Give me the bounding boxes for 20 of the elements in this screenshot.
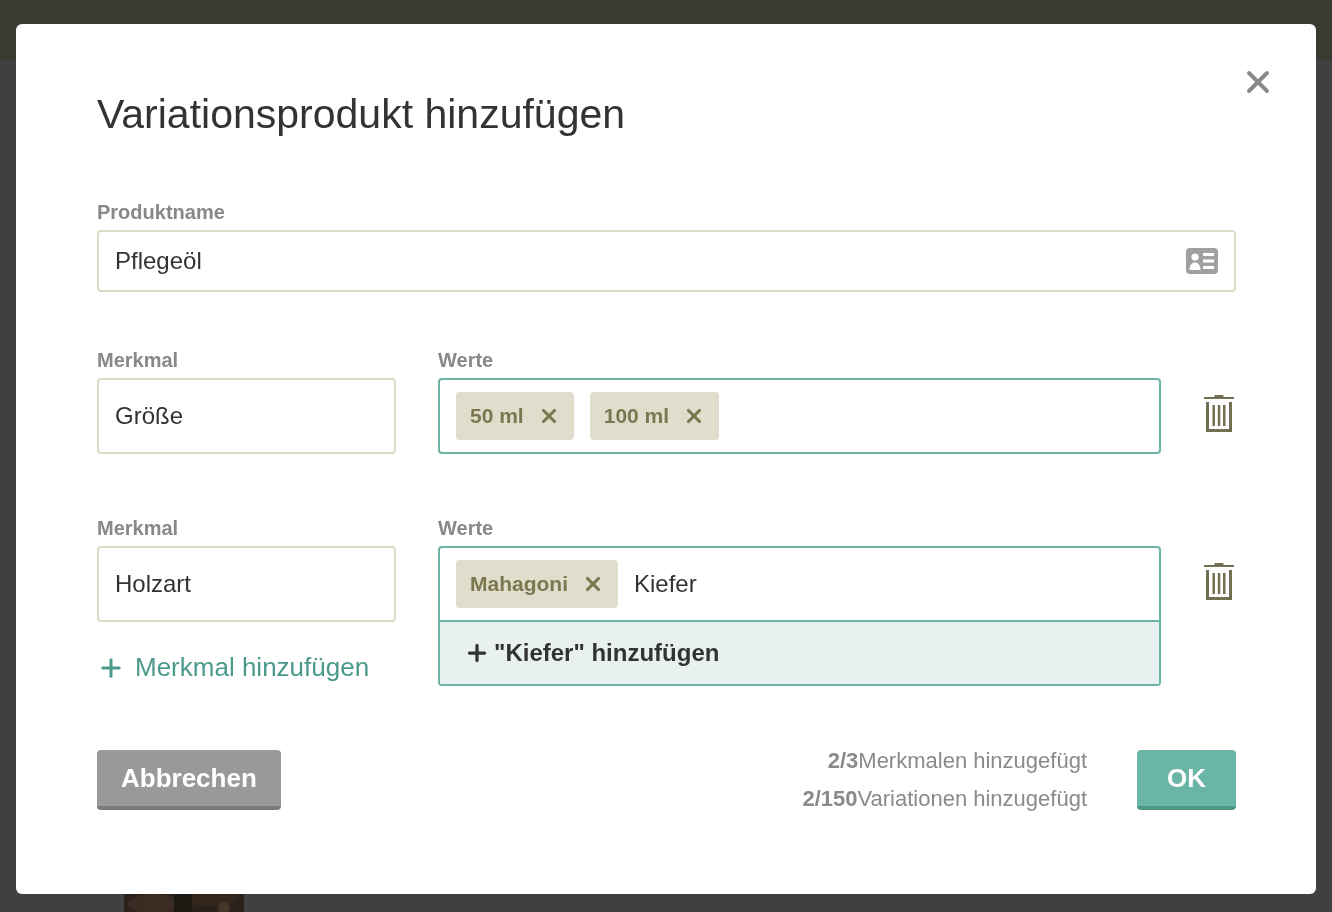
value-input[interactable]: Kiefer: [634, 570, 1143, 598]
attribute-field[interactable]: Holzart: [97, 546, 396, 622]
tag-label: 100 ml: [603, 404, 670, 428]
field-label: Merkmal: [97, 516, 180, 540]
product-name-field[interactable]: Pflegeöl: [97, 230, 1236, 292]
values-field[interactable]: Mahagoni Kiefer "Kiefer" hinzufügen: [438, 546, 1161, 686]
dialog-title: Variationsprodukt hinzufügen: [97, 90, 627, 139]
field-label: Produktname: [97, 200, 226, 224]
attribute-field[interactable]: Größe: [97, 378, 396, 454]
progress-text: 2/3Merkmalen hinzugefügt: [827, 748, 1087, 774]
trash-icon[interactable]: [1203, 394, 1235, 432]
trash-icon[interactable]: [1203, 562, 1235, 600]
contact-card-icon[interactable]: [1186, 248, 1218, 274]
field-label: Merkmal: [97, 348, 180, 372]
field-label: Werte: [438, 348, 495, 372]
add-value-option[interactable]: "Kiefer" hinzufügen: [440, 620, 1159, 684]
tag-label: Mahagoni: [470, 572, 568, 596]
progress-text: 2/150Variationen hinzugefügt: [802, 786, 1087, 812]
tag-label: 50 ml: [470, 404, 524, 428]
field-label: Werte: [438, 516, 495, 540]
